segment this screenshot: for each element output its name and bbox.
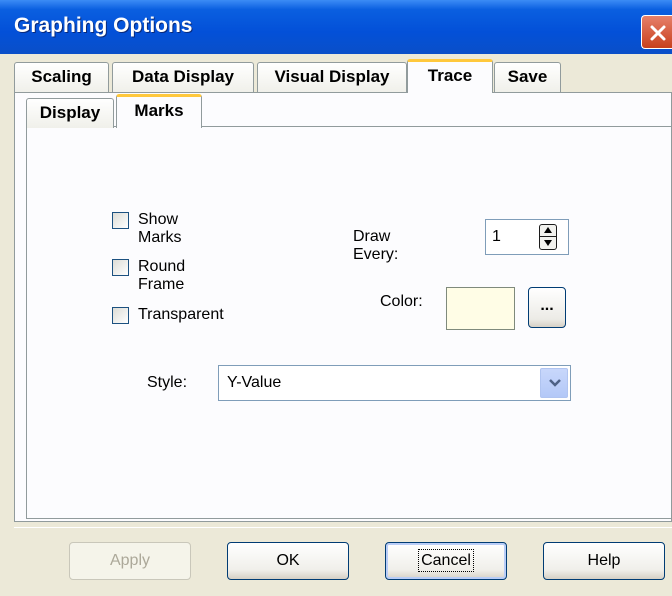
draw-every-spinner[interactable]: 1 (485, 219, 569, 255)
style-dropdown-button[interactable] (540, 368, 568, 398)
tab-scaling[interactable]: Scaling (14, 62, 109, 92)
close-button[interactable] (641, 15, 672, 49)
style-label: Style: (147, 374, 188, 391)
color-label: Color: (380, 293, 423, 310)
window-title: Graphing Options (14, 14, 193, 37)
ok-button[interactable]: OK (227, 542, 349, 580)
round-frame-label: Round Frame (138, 258, 186, 293)
show-marks-label: Show Marks (138, 211, 182, 246)
spin-down-icon[interactable] (544, 240, 552, 246)
show-marks-checkbox[interactable] (112, 212, 129, 229)
footer-divider (14, 527, 672, 528)
transparent-label: Transparent (138, 306, 224, 323)
round-frame-checkbox[interactable] (112, 259, 129, 276)
tab-trace[interactable]: Trace (407, 59, 493, 93)
subtab-marks[interactable]: Marks (116, 94, 202, 128)
tab-save[interactable]: Save (494, 62, 561, 92)
draw-every-value: 1 (492, 228, 501, 245)
tab-data-display[interactable]: Data Display (112, 62, 254, 92)
transparent-checkbox[interactable] (112, 307, 129, 324)
title-bar: Graphing Options (0, 0, 672, 54)
help-button[interactable]: Help (543, 542, 665, 580)
style-select[interactable]: Y-Value (218, 365, 571, 401)
draw-every-label: Draw Every: (353, 228, 399, 263)
style-value: Y-Value (227, 374, 282, 391)
color-picker-button[interactable]: ... (528, 287, 566, 328)
color-swatch[interactable] (446, 287, 515, 330)
tab-visual-display[interactable]: Visual Display (257, 62, 407, 92)
spin-up-icon[interactable] (544, 227, 552, 233)
spin-buttons[interactable] (539, 224, 557, 250)
close-icon (650, 25, 666, 41)
subtab-display[interactable]: Display (26, 98, 114, 128)
apply-button[interactable]: Apply (69, 542, 191, 580)
cancel-button[interactable]: Cancel (385, 542, 507, 580)
chevron-down-icon (549, 379, 561, 387)
